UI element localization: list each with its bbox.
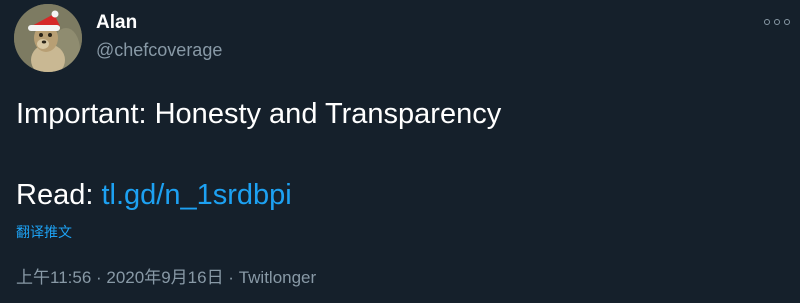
more-dot <box>784 19 790 25</box>
tweet-metadata: 上午11:56 · 2020年9月16日 · Twitlonger <box>16 266 316 290</box>
translate-tweet-button[interactable]: 翻译推文 <box>16 222 72 242</box>
meta-separator: · <box>91 268 107 287</box>
user-handle[interactable]: @chefcoverage <box>96 38 222 62</box>
meerkat-avatar-icon <box>14 4 82 72</box>
tweet-source[interactable]: Twitlonger <box>239 268 316 287</box>
more-options-icon[interactable] <box>764 12 790 32</box>
tweet-link[interactable]: tl.gd/n_1srdbpi <box>101 179 291 211</box>
avatar[interactable] <box>14 4 82 72</box>
tweet-text-line: Important: Honesty and Transparency <box>16 98 502 130</box>
more-dot <box>764 19 770 25</box>
read-prefix: Read: <box>16 179 102 211</box>
tweet-card: Alan @chefcoverage Important: Honesty an… <box>0 0 800 303</box>
display-name[interactable]: Alan <box>96 11 137 35</box>
tweet-read-line: Read: tl.gd/n_1srdbpi <box>16 176 292 214</box>
tweet-date[interactable]: 2020年9月16日 <box>106 268 223 287</box>
meta-separator: · <box>223 268 239 287</box>
tweet-time[interactable]: 上午11:56 <box>16 268 91 287</box>
more-dot <box>774 19 780 25</box>
